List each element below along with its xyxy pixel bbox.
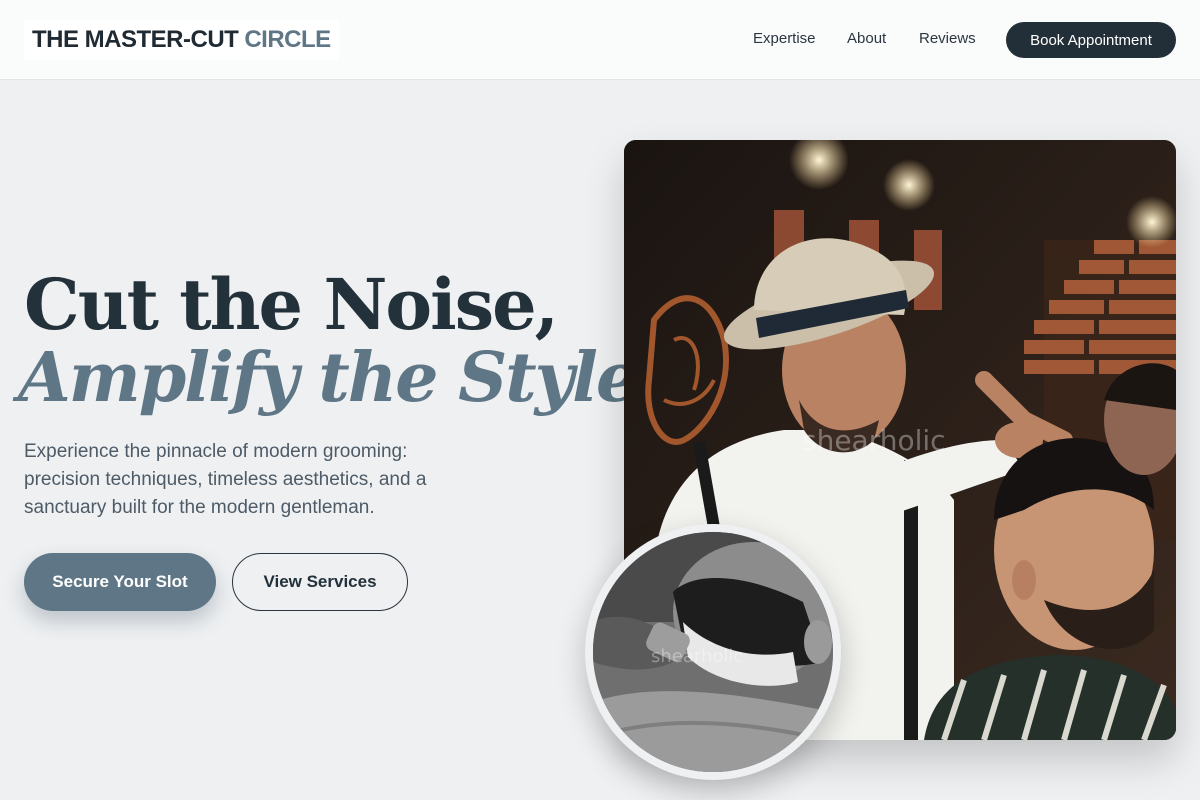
hero-description: Experience the pinnacle of modern groomi… — [24, 441, 427, 518]
nav-link-reviews[interactable]: Reviews — [919, 30, 976, 47]
inset-shave-photo: shearholic — [585, 524, 841, 780]
hero-headline: Cut the Noise, — [24, 263, 559, 346]
inset-image-watermark: shearholic — [651, 646, 743, 667]
nav-link-expertise[interactable]: Expertise — [753, 30, 816, 47]
book-appointment-button[interactable]: Book Appointment — [1006, 22, 1176, 58]
site-header: THE MASTER-CUT CIRCLE Expertise About Re… — [0, 0, 1200, 80]
hero-headline-accent: Amplify the Style. — [18, 338, 661, 418]
brand-logo[interactable]: THE MASTER-CUT CIRCLE — [24, 20, 339, 60]
logo-text-primary: THE MASTER-CUT — [32, 26, 239, 53]
hero-image-watermark: shearholic — [802, 424, 946, 457]
secure-slot-button[interactable]: Secure Your Slot — [24, 553, 216, 611]
view-services-button[interactable]: View Services — [232, 553, 408, 611]
nav-link-about[interactable]: About — [847, 30, 886, 47]
logo-text-accent: CIRCLE — [244, 26, 331, 53]
